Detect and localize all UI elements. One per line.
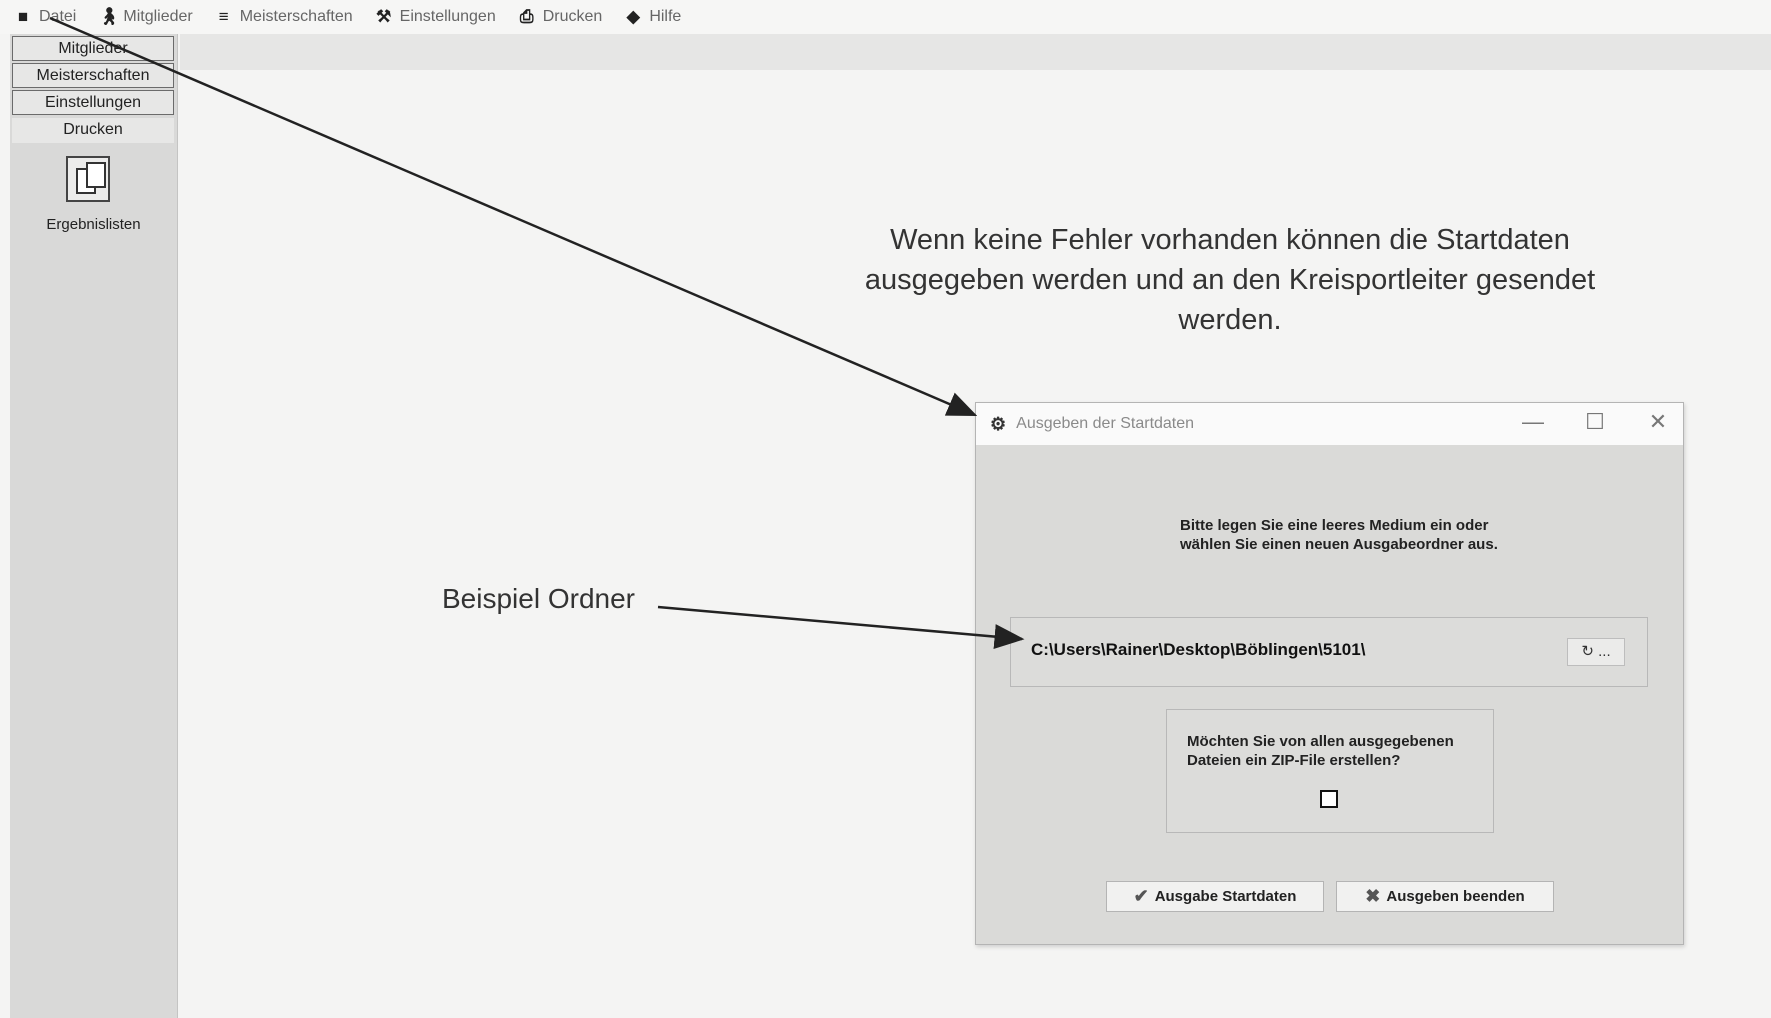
arrow-to-dialog — [49, 16, 978, 417]
arrow-to-folder-path — [657, 605, 1025, 650]
annotation-arrows — [49, 16, 1025, 650]
